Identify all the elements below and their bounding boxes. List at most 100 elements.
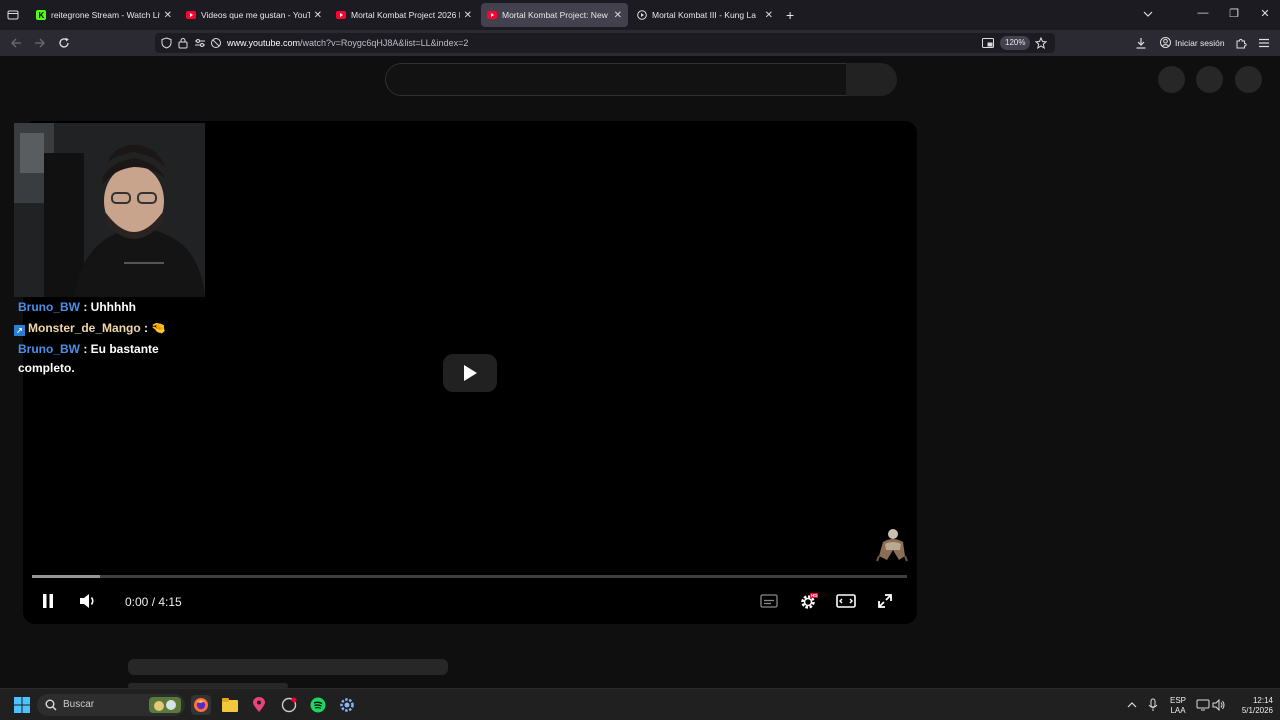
url-host: www.youtube.com xyxy=(227,38,301,48)
header-placeholder-button[interactable] xyxy=(1235,66,1262,93)
tracking-shield-icon[interactable] xyxy=(158,35,174,51)
youtube-search-button[interactable] xyxy=(846,63,897,96)
bookmark-star-icon[interactable] xyxy=(1033,35,1049,51)
url-path: /watch?v=Roygc6qHJ8A&list=LL&index=2 xyxy=(300,38,469,48)
streamer-webcam-image xyxy=(14,123,205,297)
pause-icon xyxy=(43,594,53,608)
taskbar-app-circle-icon[interactable] xyxy=(279,695,299,715)
volume-icon xyxy=(80,594,94,608)
close-window-icon[interactable]: ✕ xyxy=(1257,7,1273,20)
subtitles-button[interactable] xyxy=(759,591,779,611)
chat-separator: : xyxy=(80,342,91,356)
search-highlight-image xyxy=(149,697,181,713)
header-placeholder-button[interactable] xyxy=(1158,66,1185,93)
tab-close-icon[interactable]: ✕ xyxy=(164,10,172,21)
taskbar-firefox-icon[interactable] xyxy=(191,695,211,715)
chat-text: 🤏 xyxy=(151,321,167,335)
microphone-icon[interactable] xyxy=(1143,695,1163,715)
account-icon xyxy=(1160,37,1171,48)
picture-in-picture-icon[interactable] xyxy=(980,35,996,51)
sign-in-label: Iniciar sesión xyxy=(1175,37,1225,48)
tab-title: Videos que me gustan - YouTube xyxy=(201,10,310,20)
progress-bar-played xyxy=(32,575,101,578)
windows-start-icon[interactable] xyxy=(12,695,32,715)
zoom-level-badge[interactable]: 120% xyxy=(1000,36,1031,50)
theater-mode-icon xyxy=(836,594,856,608)
windows-taskbar: Buscar ESP LAA 12:14 5/1/2026 xyxy=(0,688,1280,720)
chat-message: ↗ Monster_de_Mango : 🤏 xyxy=(14,319,204,338)
tab-title: Mortal Kombat Project: New Up xyxy=(502,10,610,20)
progress-bar[interactable] xyxy=(32,575,907,578)
downloads-icon[interactable] xyxy=(1133,35,1149,51)
menu-hamburger-icon[interactable] xyxy=(1256,35,1272,51)
taskbar-maps-pin-icon[interactable] xyxy=(249,695,269,715)
keyboard-layout-code: LAA xyxy=(1170,706,1186,715)
clock-date: 5/1/2026 xyxy=(1241,706,1273,715)
youtube-icon xyxy=(487,10,497,20)
forward-arrow-icon[interactable] xyxy=(32,35,48,51)
volume-button[interactable] xyxy=(78,591,98,611)
tray-overflow-chevron-icon[interactable] xyxy=(1122,695,1142,715)
chat-username: Monster_de_Mango xyxy=(28,321,141,335)
tab-list-button[interactable] xyxy=(0,0,26,30)
tab-title: Mortal Kombat III - Kung La xyxy=(652,10,756,20)
large-play-button[interactable] xyxy=(443,354,497,392)
youtube-icon xyxy=(186,10,196,20)
gear-icon: HD xyxy=(801,593,818,609)
url-text: www.youtube.com/watch?v=Roygc6qHJ8A&list… xyxy=(227,38,468,48)
play-circle-icon xyxy=(637,10,647,20)
tab-kick-stream[interactable]: K reitegrone Stream - Watch Live ✕ xyxy=(30,3,178,27)
lock-icon[interactable] xyxy=(175,35,191,51)
tab-title: Mortal Kombat Project 2026 Re xyxy=(351,10,460,20)
reload-icon[interactable] xyxy=(56,35,72,51)
taskbar-spotify-icon[interactable] xyxy=(308,695,328,715)
theater-mode-button[interactable] xyxy=(836,591,856,611)
youtube-search-input[interactable] xyxy=(385,63,847,96)
permissions-icon[interactable] xyxy=(192,35,208,51)
tab-close-icon[interactable]: ✕ xyxy=(464,10,472,21)
stream-chat-overlay: Bruno_BW : Uhhhhh ↗ Monster_de_Mango : 🤏 … xyxy=(14,298,204,378)
tab-mk-project-2026[interactable]: Mortal Kombat Project 2026 Re ✕ xyxy=(330,3,478,27)
tab-close-icon[interactable]: ✕ xyxy=(314,10,322,21)
chat-username: Bruno_BW xyxy=(18,300,80,314)
language-code: ESP xyxy=(1169,696,1186,705)
input-language-indicator[interactable]: ESP LAA xyxy=(1167,696,1189,716)
svg-text:HD: HD xyxy=(811,593,818,598)
title-skeleton xyxy=(128,659,448,675)
taskbar-file-explorer-icon[interactable] xyxy=(220,695,240,715)
speaker-icon[interactable] xyxy=(1209,695,1229,715)
search-icon xyxy=(45,699,57,711)
clock-time: 12:14 xyxy=(1252,696,1273,705)
list-all-tabs-chevron-icon[interactable] xyxy=(1142,7,1154,25)
settings-button[interactable]: HD xyxy=(798,591,818,611)
chat-badge-icon: ↗ xyxy=(14,325,25,336)
taskbar-settings-gear-icon[interactable] xyxy=(337,695,357,715)
maximize-icon[interactable]: ❐ xyxy=(1226,7,1242,20)
minimize-icon[interactable]: — xyxy=(1195,7,1211,19)
kick-icon: K xyxy=(36,10,46,20)
tab-liked-videos[interactable]: Videos que me gustan - YouTube ✕ xyxy=(180,3,328,27)
tab-mk-project-new[interactable]: Mortal Kombat Project: New Up ✕ xyxy=(481,3,628,27)
sign-in-button[interactable]: Iniciar sesión xyxy=(1160,37,1225,48)
chat-text: Uhhhhh xyxy=(90,300,136,314)
extensions-puzzle-icon[interactable] xyxy=(1233,35,1249,51)
pause-button[interactable] xyxy=(38,591,58,611)
play-icon xyxy=(464,365,477,381)
tab-mk3-kung-lao[interactable]: Mortal Kombat III - Kung La ✕ xyxy=(631,3,779,27)
navigation-toolbar: www.youtube.com/watch?v=Roygc6qHJ8A&list… xyxy=(0,30,1280,56)
youtube-icon xyxy=(336,10,346,20)
new-tab-plus-icon[interactable]: + xyxy=(786,7,794,23)
fighter-sprite-image xyxy=(876,529,908,562)
chat-separator: : xyxy=(140,321,152,335)
chat-username: Bruno_BW xyxy=(18,342,80,356)
taskbar-clock[interactable]: 12:14 5/1/2026 xyxy=(1229,696,1273,716)
tab-close-icon[interactable]: ✕ xyxy=(765,10,773,21)
tab-title: reitegrone Stream - Watch Live xyxy=(51,10,160,20)
back-arrow-icon[interactable] xyxy=(8,35,24,51)
taskbar-search-box[interactable]: Buscar xyxy=(37,694,185,716)
url-bar[interactable]: www.youtube.com/watch?v=Roygc6qHJ8A&list… xyxy=(155,33,1055,53)
fullscreen-button[interactable] xyxy=(875,591,895,611)
tab-close-icon[interactable]: ✕ xyxy=(614,10,622,21)
header-placeholder-button[interactable] xyxy=(1196,66,1223,93)
autoplay-blocked-icon[interactable] xyxy=(208,35,224,51)
